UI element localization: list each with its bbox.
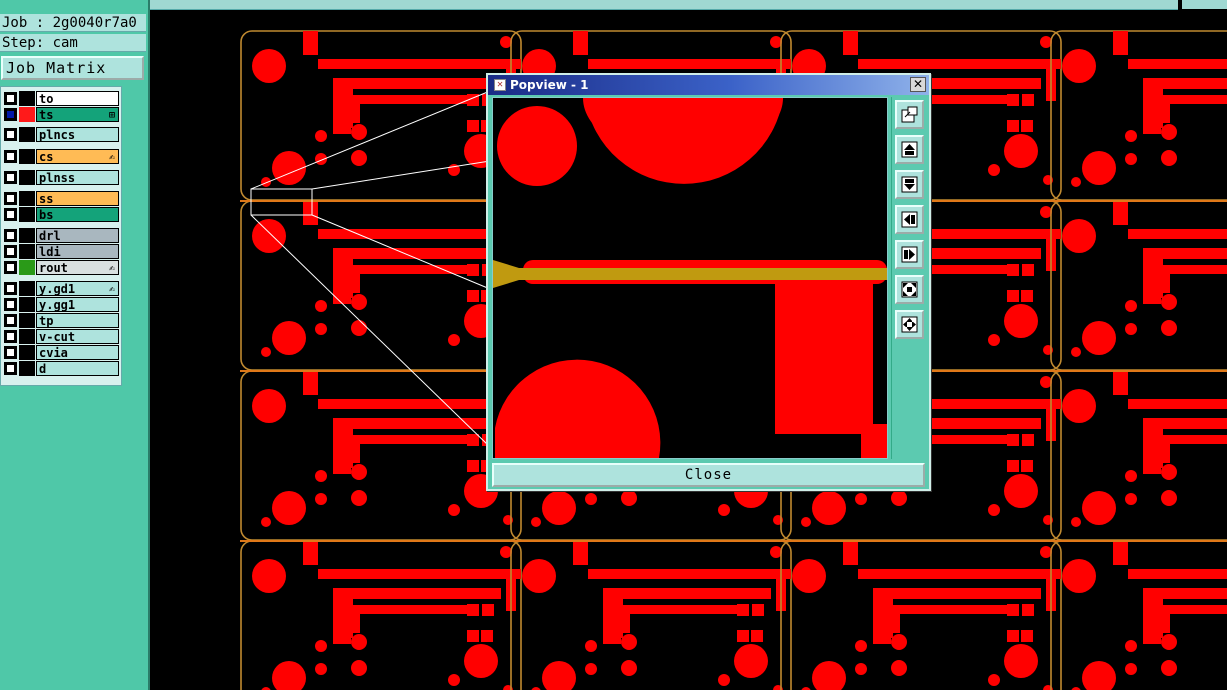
layer-name[interactable]: y.gd1 ✍ (36, 281, 119, 296)
layer-row-to[interactable]: to (2, 91, 120, 106)
zoom-fit-icon[interactable] (895, 275, 924, 304)
job-matrix-button[interactable]: Job Matrix ... (1, 56, 144, 97)
layer-name[interactable]: ldi (36, 244, 119, 259)
layer-name[interactable]: rout ✍ (36, 260, 119, 275)
popview-title: Popview - 1 (510, 78, 589, 92)
layer-row-plncs[interactable]: plncs (2, 127, 120, 142)
layer-row-drl[interactable]: drl (2, 228, 120, 243)
layer-name[interactable]: drl (36, 228, 119, 243)
layer-color-swatch[interactable] (19, 329, 35, 344)
close-button[interactable]: Close (492, 463, 925, 487)
layer-color-swatch[interactable] (19, 297, 35, 312)
layer-color-swatch[interactable] (19, 170, 35, 185)
layer-color-swatch[interactable] (19, 149, 35, 164)
layer-name[interactable]: d (36, 361, 119, 376)
pan-right-icon[interactable] (895, 240, 924, 269)
layer-color-swatch[interactable] (19, 207, 35, 222)
layer-checkbox[interactable] (4, 282, 17, 295)
layer-checkbox[interactable] (4, 128, 17, 141)
layer-row-v-cut[interactable]: v-cut (2, 329, 120, 344)
layer-color-swatch[interactable] (19, 260, 35, 275)
layer-color-swatch[interactable] (19, 244, 35, 259)
layer-color-swatch[interactable] (19, 361, 35, 376)
layer-color-swatch[interactable] (19, 313, 35, 328)
layer-color-swatch[interactable] (19, 107, 35, 122)
layer-name[interactable]: v-cut (36, 329, 119, 344)
layer-row-plnss[interactable]: plnss (2, 170, 120, 185)
layer-name[interactable]: cvia (36, 345, 119, 360)
layer-checkbox[interactable] (4, 261, 17, 274)
popview-window: ✕ Popview - 1 ✕ Close (486, 73, 931, 491)
layer-checkbox[interactable] (4, 229, 17, 242)
layer-checkbox[interactable] (4, 314, 17, 327)
popview-toolbar (891, 97, 926, 459)
layer-color-swatch[interactable] (19, 127, 35, 142)
layer-color-swatch[interactable] (19, 91, 35, 106)
layer-row-d[interactable]: d (2, 361, 120, 376)
layer-flag-icon: ✍ (108, 263, 115, 274)
step-label: Step: cam (0, 34, 146, 52)
zoomed-graphic (493, 98, 887, 458)
layer-checkbox[interactable] (4, 330, 17, 343)
pan-down-icon[interactable] (895, 170, 924, 199)
layer-checkbox[interactable] (4, 92, 17, 105)
layer-name[interactable]: ss (36, 191, 119, 206)
layer-panel: Job : 2g0040r7a0 Step: cam Job Matrix ..… (0, 0, 150, 690)
layer-row-ldi[interactable]: ldi (2, 244, 120, 259)
layer-checkbox[interactable] (4, 346, 17, 359)
layer-color-swatch[interactable] (19, 228, 35, 243)
layer-flag-icon: ✍ (108, 152, 115, 163)
layer-flag-icon: ✍ (108, 284, 115, 295)
layer-row-y.gd1[interactable]: y.gd1 ✍ (2, 281, 120, 296)
pan-left-icon[interactable] (895, 205, 924, 234)
zoom-window-icon[interactable] (895, 100, 924, 129)
layer-row-ss[interactable]: ss (2, 191, 120, 206)
layer-list: to ts ⊞ plncs cs ✍ plnss ss bs drl ldi rout ✍ y.gd1 ✍ y… (0, 86, 122, 386)
layer-row-cs[interactable]: cs ✍ (2, 149, 120, 164)
layer-color-swatch[interactable] (19, 345, 35, 360)
layer-name[interactable]: cs ✍ (36, 149, 119, 164)
layer-checkbox[interactable] (4, 108, 17, 121)
top-toolbar-strip (150, 0, 1227, 11)
layer-checkbox[interactable] (4, 171, 17, 184)
layer-name[interactable]: tp (36, 313, 119, 328)
job-label: Job : 2g0040r7a0 (0, 14, 146, 32)
layer-checkbox[interactable] (4, 192, 17, 205)
layer-name[interactable]: plncs (36, 127, 119, 142)
layer-row-ts[interactable]: ts ⊞ (2, 107, 120, 122)
window-close-icon[interactable]: ✕ (910, 77, 926, 92)
layer-checkbox[interactable] (4, 150, 17, 163)
app-icon: ✕ (494, 79, 506, 91)
layer-color-swatch[interactable] (19, 281, 35, 296)
layer-row-rout[interactable]: rout ✍ (2, 260, 120, 275)
layer-row-tp[interactable]: tp (2, 313, 120, 328)
layer-name[interactable]: to (36, 91, 119, 106)
popview-title-bar[interactable]: ✕ Popview - 1 ✕ (488, 75, 929, 95)
layer-checkbox[interactable] (4, 208, 17, 221)
layer-color-swatch[interactable] (19, 191, 35, 206)
layer-checkbox[interactable] (4, 245, 17, 258)
pan-up-icon[interactable] (895, 135, 924, 164)
zoom-in-icon[interactable] (895, 310, 924, 339)
layer-checkbox[interactable] (4, 362, 17, 375)
layer-name[interactable]: y.gg1 (36, 297, 119, 312)
layer-row-y.gg1[interactable]: y.gg1 (2, 297, 120, 312)
status-strip-right (1182, 0, 1227, 9)
status-strip (150, 0, 1178, 10)
layer-name[interactable]: ts ⊞ (36, 107, 119, 122)
layer-name[interactable]: plnss (36, 170, 119, 185)
popview-canvas[interactable] (492, 97, 888, 459)
layer-checkbox[interactable] (4, 298, 17, 311)
layer-row-bs[interactable]: bs (2, 207, 120, 222)
layer-name[interactable]: bs (36, 207, 119, 222)
layer-flag-icon: ⊞ (108, 110, 115, 121)
layer-row-cvia[interactable]: cvia (2, 345, 120, 360)
